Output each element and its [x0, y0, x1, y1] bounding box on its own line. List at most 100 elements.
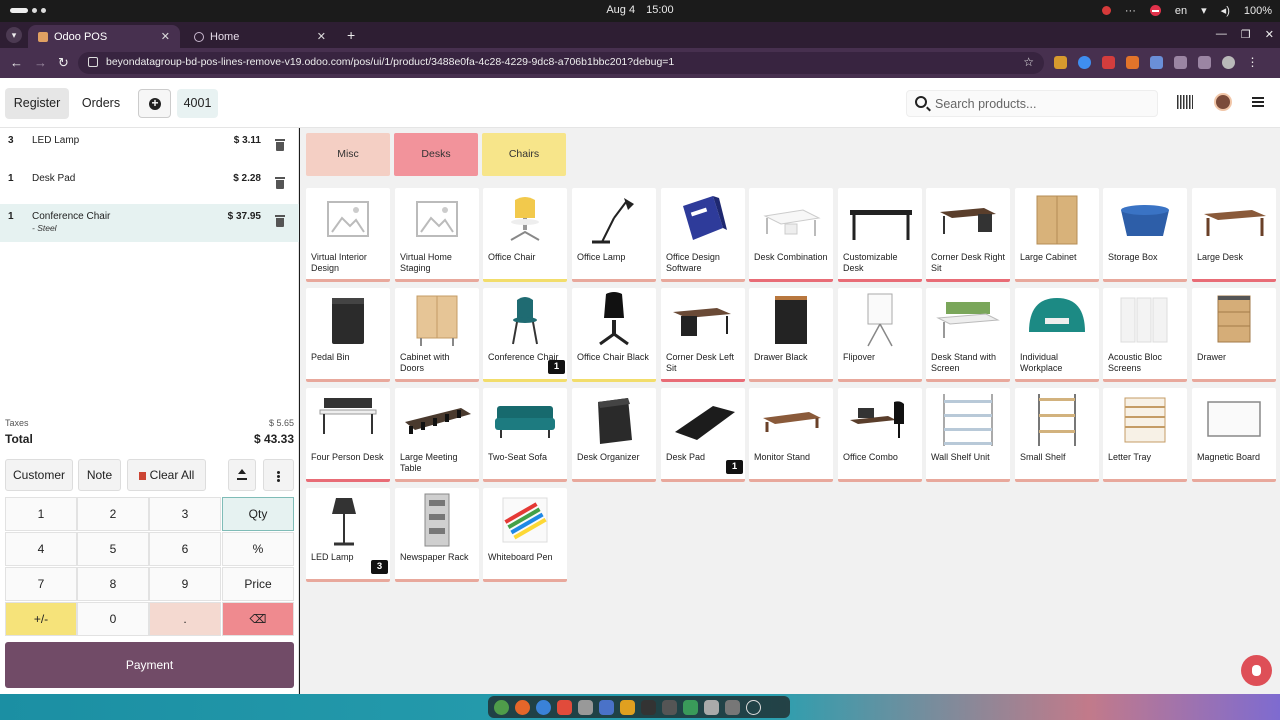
order-line-selected[interactable]: 1 Conference Chair - Steel $ 37.95 — [0, 204, 299, 242]
firefox-app-icon[interactable] — [515, 699, 530, 715]
new-tab-icon[interactable]: + — [347, 27, 355, 43]
product-card[interactable]: Conference Chair 1 — [483, 288, 567, 382]
product-card[interactable]: Flipover — [838, 288, 922, 382]
product-card[interactable]: Pedal Bin — [306, 288, 390, 382]
product-card[interactable]: Desk Pad 1 — [661, 388, 745, 482]
os-clock[interactable]: Aug 4 15:00 — [0, 4, 1280, 16]
close-tab-icon[interactable]: ✕ — [161, 30, 170, 43]
category-chairs[interactable]: Chairs — [482, 133, 566, 176]
product-card[interactable]: Large Meeting Table — [395, 388, 479, 482]
numpad-discount-mode[interactable]: % — [222, 532, 294, 566]
product-card[interactable]: Newspaper Rack — [395, 488, 479, 582]
numpad-key-1[interactable]: 1 — [5, 497, 77, 531]
numpad-key-7[interactable]: 7 — [5, 567, 77, 601]
menu-icon[interactable] — [1252, 97, 1264, 107]
extension-icon[interactable] — [1150, 56, 1163, 69]
trash-icon[interactable] — [275, 139, 285, 151]
numpad-key-2[interactable]: 2 — [77, 497, 149, 531]
app-launcher-icon[interactable] — [746, 699, 761, 715]
numpad-qty-mode[interactable]: Qty — [222, 497, 294, 531]
extension-icon[interactable] — [1054, 56, 1067, 69]
product-card[interactable]: Large Cabinet — [1015, 188, 1099, 282]
customer-button[interactable]: Customer — [5, 459, 73, 491]
tab-search-icon[interactable]: ▾ — [6, 27, 22, 43]
wifi-icon[interactable]: ▾ — [1201, 4, 1207, 17]
product-card[interactable]: Desk Combination — [749, 188, 833, 282]
document-app-icon[interactable] — [599, 699, 614, 715]
product-card[interactable]: Storage Box — [1103, 188, 1187, 282]
product-card[interactable]: Desk Stand with Screen — [926, 288, 1010, 382]
tab-home[interactable]: Home ✕ — [184, 25, 336, 48]
product-card[interactable]: Drawer Black — [749, 288, 833, 382]
maximize-icon[interactable]: ❐ — [1241, 28, 1251, 41]
current-order-tab[interactable]: 4001 — [177, 89, 218, 118]
settings-app-icon[interactable] — [725, 699, 740, 715]
product-card[interactable]: Office Lamp — [572, 188, 656, 282]
numpad-key-5[interactable]: 5 — [77, 532, 149, 566]
site-info-icon[interactable] — [88, 57, 98, 67]
trash-icon[interactable] — [275, 177, 285, 189]
product-card[interactable]: Whiteboard Pen — [483, 488, 567, 582]
product-card[interactable]: Two-Seat Sofa — [483, 388, 567, 482]
product-search[interactable] — [906, 90, 1158, 117]
product-card[interactable]: Cabinet with Doors — [395, 288, 479, 382]
forward-icon[interactable]: → — [34, 55, 47, 70]
debug-button[interactable] — [1241, 655, 1272, 686]
product-card[interactable]: Customizable Desk — [838, 188, 922, 282]
numpad-price-mode[interactable]: Price — [222, 567, 294, 601]
address-bar[interactable]: beyondatagroup-bd-pos-lines-remove-v19.o… — [78, 52, 1044, 74]
ide-app-icon[interactable] — [662, 699, 677, 715]
product-card[interactable]: Desk Organizer — [572, 388, 656, 482]
search-input[interactable] — [935, 95, 1150, 113]
browser-menu-icon[interactable]: ⋮ — [1246, 56, 1259, 69]
terminal-app-icon[interactable] — [641, 699, 656, 715]
close-window-icon[interactable]: ✕ — [1265, 28, 1274, 41]
close-tab-icon[interactable]: ✕ — [317, 30, 326, 43]
numpad-key-4[interactable]: 4 — [5, 532, 77, 566]
more-actions-button[interactable] — [263, 459, 294, 491]
cashier-avatar[interactable] — [1214, 93, 1232, 111]
new-order-button[interactable] — [138, 89, 171, 118]
trash-icon[interactable] — [275, 215, 285, 227]
extension-icon[interactable] — [1126, 56, 1139, 69]
product-card[interactable]: Office Chair — [483, 188, 567, 282]
extensions-puzzle-icon[interactable] — [1174, 56, 1187, 69]
calculator-app-icon[interactable] — [704, 699, 719, 715]
export-button[interactable] — [228, 459, 256, 491]
clear-all-button[interactable]: Clear All — [127, 459, 206, 491]
numpad-key-8[interactable]: 8 — [77, 567, 149, 601]
product-card[interactable]: Large Desk — [1192, 188, 1276, 282]
product-card[interactable]: Individual Workplace — [1015, 288, 1099, 382]
product-card[interactable]: Magnetic Board — [1192, 388, 1276, 482]
profile-avatar-icon[interactable] — [1222, 56, 1235, 69]
files-app-icon[interactable] — [578, 699, 593, 715]
chrome-app-icon[interactable] — [494, 699, 509, 715]
product-card[interactable]: Corner Desk Left Sit — [661, 288, 745, 382]
numpad-sign-toggle[interactable]: +/- — [5, 602, 77, 636]
category-desks[interactable]: Desks — [394, 133, 478, 176]
sublime-app-icon[interactable] — [620, 699, 635, 715]
back-icon[interactable]: ← — [10, 55, 23, 70]
chromium-app-icon[interactable] — [536, 699, 551, 715]
numpad-key-6[interactable]: 6 — [149, 532, 221, 566]
product-card[interactable]: LED Lamp 3 — [306, 488, 390, 582]
record-icon[interactable] — [1101, 6, 1111, 15]
category-misc[interactable]: Misc — [306, 133, 390, 176]
payment-button[interactable]: Payment — [5, 642, 294, 688]
orders-button[interactable]: Orders — [76, 88, 126, 119]
download-icon[interactable] — [1198, 56, 1211, 69]
battery-indicator[interactable]: 100% — [1244, 5, 1272, 17]
do-not-disturb-icon[interactable] — [1149, 5, 1161, 16]
app-icon[interactable] — [683, 699, 698, 715]
product-card[interactable]: Virtual Interior Design — [306, 188, 390, 282]
product-card[interactable]: Small Shelf — [1015, 388, 1099, 482]
product-card[interactable]: Drawer — [1192, 288, 1276, 382]
language-indicator[interactable]: en — [1175, 5, 1187, 17]
product-card[interactable]: Office Combo — [838, 388, 922, 482]
minimize-icon[interactable]: — — [1216, 28, 1227, 41]
reload-icon[interactable]: ↻ — [58, 55, 69, 71]
more-icon[interactable]: ··· — [1125, 5, 1136, 17]
volume-icon[interactable]: ◂) — [1221, 4, 1230, 17]
product-card[interactable]: Monitor Stand — [749, 388, 833, 482]
numpad-key-3[interactable]: 3 — [149, 497, 221, 531]
